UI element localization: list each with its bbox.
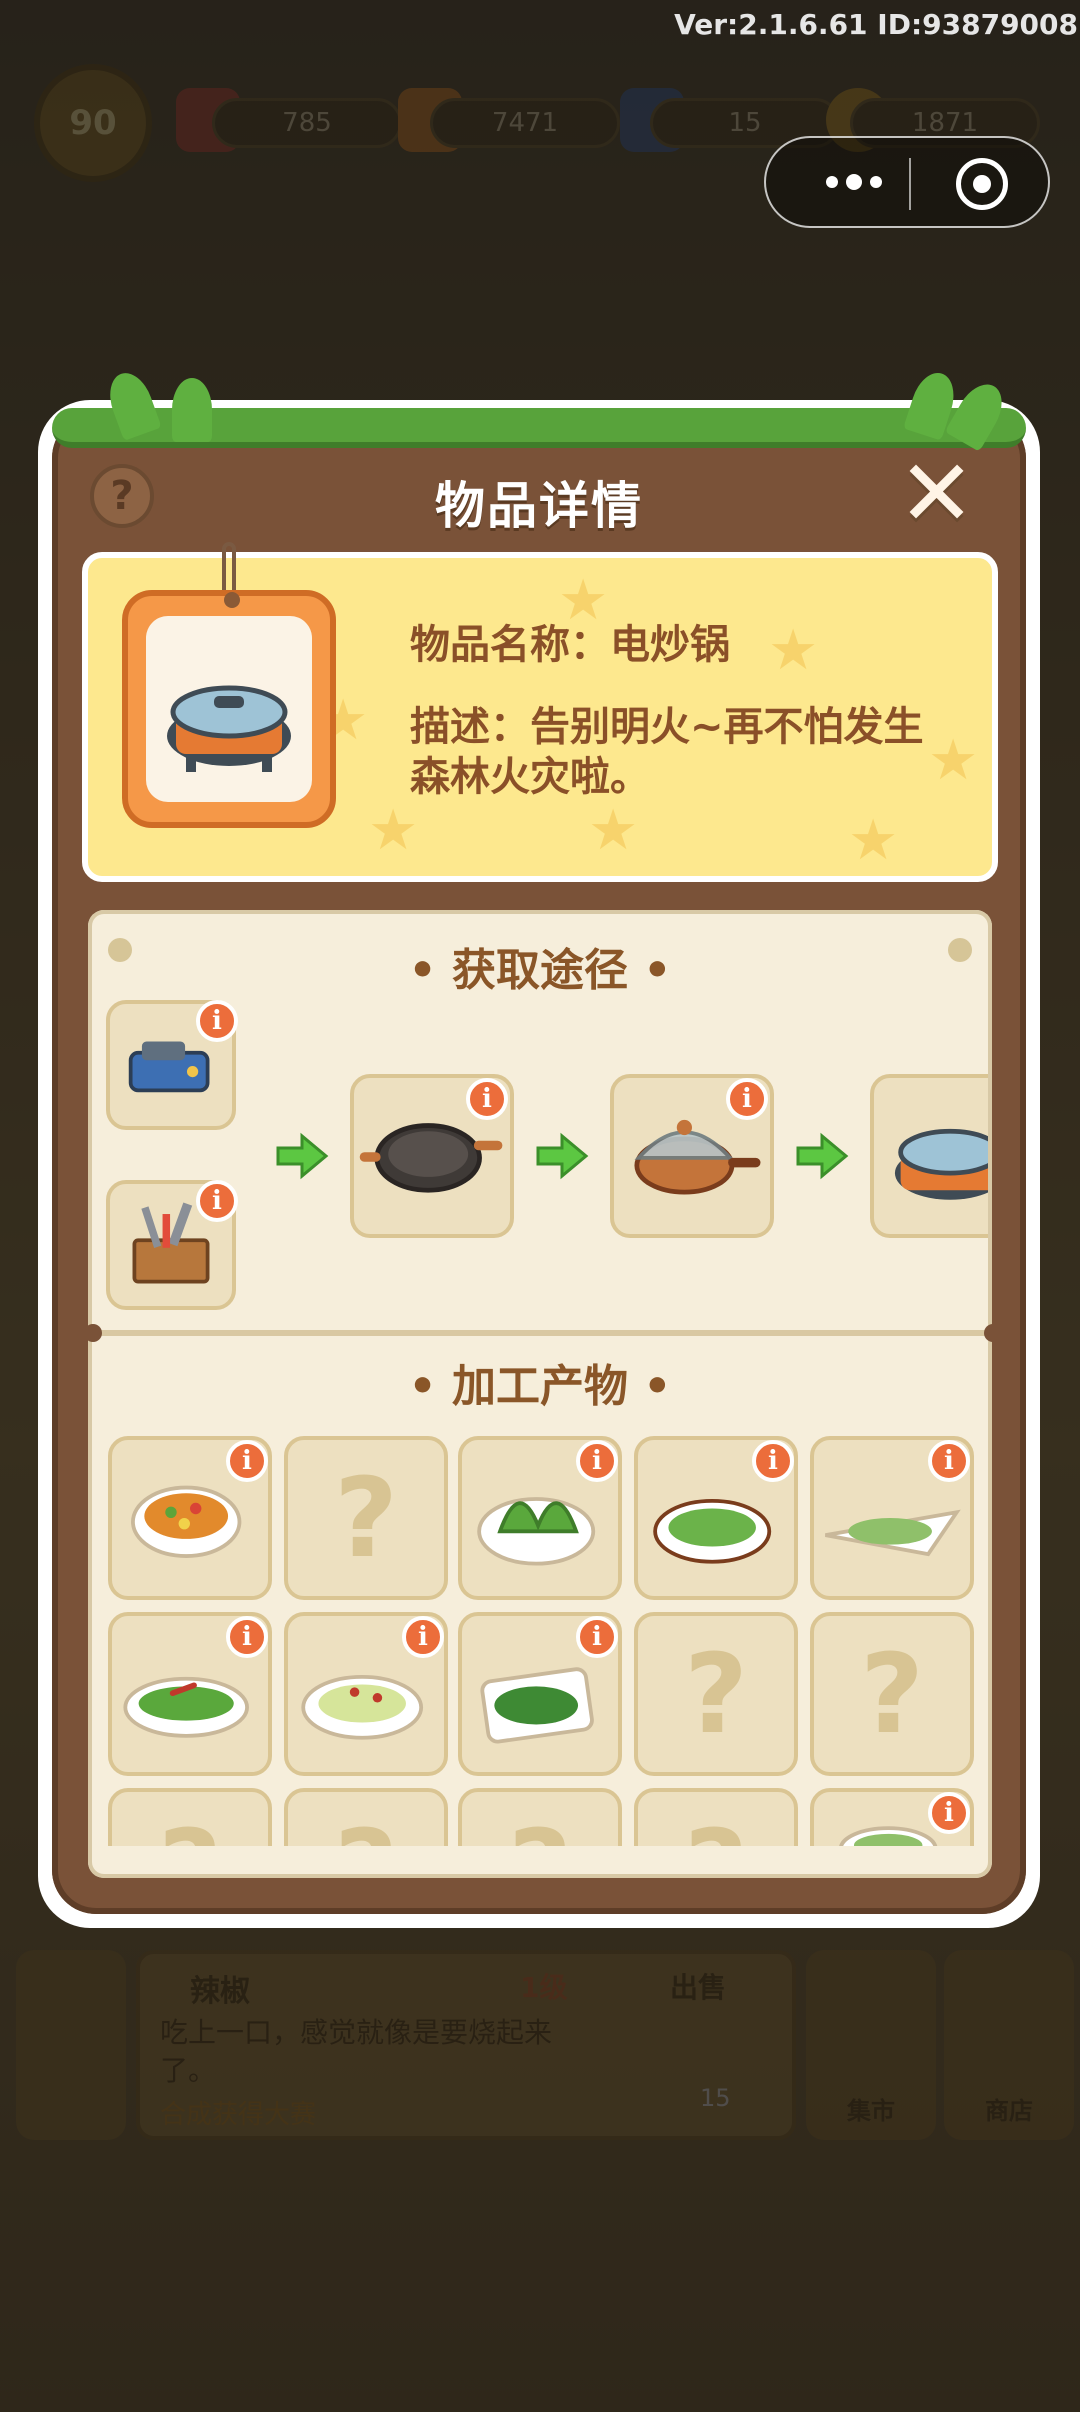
unknown-item-mark: ?	[334, 1454, 398, 1582]
modal-title: 物品详情	[435, 477, 643, 535]
divider-dot	[984, 1324, 1002, 1342]
version-text: Ver:2.1.6.61 ID:93879008	[674, 8, 1078, 41]
products-row-clip: ? ? ? ?	[88, 1786, 992, 1846]
product-slot-locked[interactable]: ?	[108, 1788, 272, 1846]
info-badge-product[interactable]: i	[752, 1440, 794, 1482]
product-slot-locked[interactable]: ?	[634, 1612, 798, 1776]
arrow-right-icon	[534, 1132, 590, 1180]
chain-item-electric-wok[interactable]	[870, 1074, 988, 1238]
divider-dot	[84, 1324, 102, 1342]
info-badge-product[interactable]: i	[928, 1440, 970, 1482]
info-badge-product[interactable]: i	[576, 1440, 618, 1482]
grass-decoration	[52, 367, 1026, 452]
item-name: 物品名称：电炒锅	[410, 622, 730, 668]
product-slot-locked[interactable]: ?	[810, 1612, 974, 1776]
product-slot-locked[interactable]: ?	[634, 1788, 798, 1846]
more-menu-button[interactable]	[806, 160, 902, 204]
electric-wok-image	[167, 685, 291, 772]
info-badge-lidded-pan[interactable]: i	[726, 1078, 768, 1120]
info-badge-product[interactable]: i	[402, 1616, 444, 1658]
unknown-item-mark: ?	[112, 1792, 268, 1846]
info-badge-product[interactable]: i	[226, 1440, 268, 1482]
product-slot-locked[interactable]: ?	[458, 1788, 622, 1846]
capsule-divider	[909, 158, 911, 210]
close-button[interactable]: ✕	[898, 448, 975, 540]
chain-item-electric-wok-clip	[870, 1074, 988, 1238]
item-tag	[122, 590, 336, 828]
miniprogram-capsule	[764, 136, 1050, 228]
info-badge-product[interactable]: i	[928, 1792, 970, 1834]
unknown-item-mark: ?	[462, 1792, 618, 1846]
section-divider	[92, 1330, 988, 1336]
info-badge-battery[interactable]: i	[196, 1000, 238, 1042]
electric-wok-icon	[894, 1128, 988, 1200]
info-badge-pan[interactable]: i	[466, 1078, 508, 1120]
arrow-right-icon	[274, 1132, 330, 1180]
unknown-item-mark: ?	[860, 1630, 924, 1758]
info-badge-product[interactable]: i	[576, 1616, 618, 1658]
item-description: 描述：告别明火~再不怕发生森林火灾啦。	[410, 704, 924, 800]
product-slot-locked[interactable]: ?	[284, 1436, 448, 1600]
source-section-title: • 获取途径 •	[408, 945, 672, 996]
arrow-right-icon	[794, 1132, 850, 1180]
unknown-item-mark: ?	[684, 1630, 748, 1758]
unknown-item-mark: ?	[288, 1792, 444, 1846]
info-badge-product[interactable]: i	[226, 1616, 268, 1658]
product-slot-locked[interactable]: ?	[284, 1788, 448, 1846]
unknown-item-mark: ?	[638, 1792, 794, 1846]
close-miniprogram-button[interactable]	[956, 158, 1008, 210]
products-section-title: • 加工产物 •	[408, 1361, 672, 1412]
info-badge-toolbox[interactable]: i	[196, 1180, 238, 1222]
